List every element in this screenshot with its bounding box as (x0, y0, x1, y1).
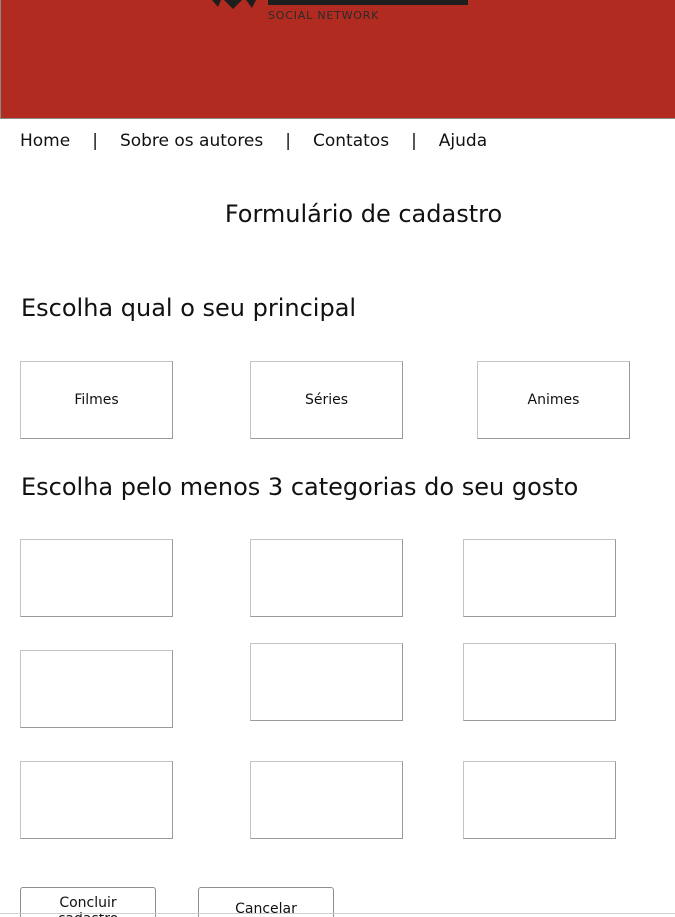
nav-link-sobre-os-autores[interactable]: Sobre os autores (120, 131, 263, 151)
nav-link-contatos[interactable]: Contatos (313, 131, 389, 151)
category-option[interactable] (463, 643, 616, 721)
nav-link-ajuda[interactable]: Ajuda (439, 131, 487, 151)
category-option[interactable] (463, 539, 616, 617)
category-option[interactable] (20, 761, 173, 839)
main-choice-heading: Escolha qual o seu principal (21, 294, 357, 322)
nav-separator: | (285, 131, 291, 151)
category-option[interactable] (463, 761, 616, 839)
logo-tagline: SOCIAL NETWORK (268, 9, 380, 22)
main-option-series[interactable]: Séries (250, 361, 403, 439)
categories-heading: Escolha pelo menos 3 categorias do seu g… (21, 473, 579, 501)
page-bottom-divider (0, 913, 675, 914)
main-nav: Home | Sobre os autores | Contatos | Aju… (20, 129, 487, 153)
nav-link-home[interactable]: Home (20, 131, 70, 151)
page-title: Formulário de cadastro (224, 200, 503, 228)
logo-mark-icon (212, 0, 256, 9)
main-option-animes[interactable]: Animes (477, 361, 630, 439)
category-option[interactable] (250, 643, 403, 721)
main-option-filmes[interactable]: Filmes (20, 361, 173, 439)
category-option[interactable] (20, 539, 173, 617)
site-logo[interactable]: SOCIAL NETWORK (0, 0, 675, 40)
category-option[interactable] (20, 650, 173, 728)
nav-separator: | (92, 131, 98, 151)
header-banner: SOCIAL NETWORK (0, 0, 675, 119)
nav-separator: | (411, 131, 417, 151)
registration-page: SOCIAL NETWORK Home | Sobre os autores |… (0, 0, 675, 917)
category-option[interactable] (250, 539, 403, 617)
category-option[interactable] (250, 761, 403, 839)
logo-wordmark-bar (268, 0, 468, 5)
